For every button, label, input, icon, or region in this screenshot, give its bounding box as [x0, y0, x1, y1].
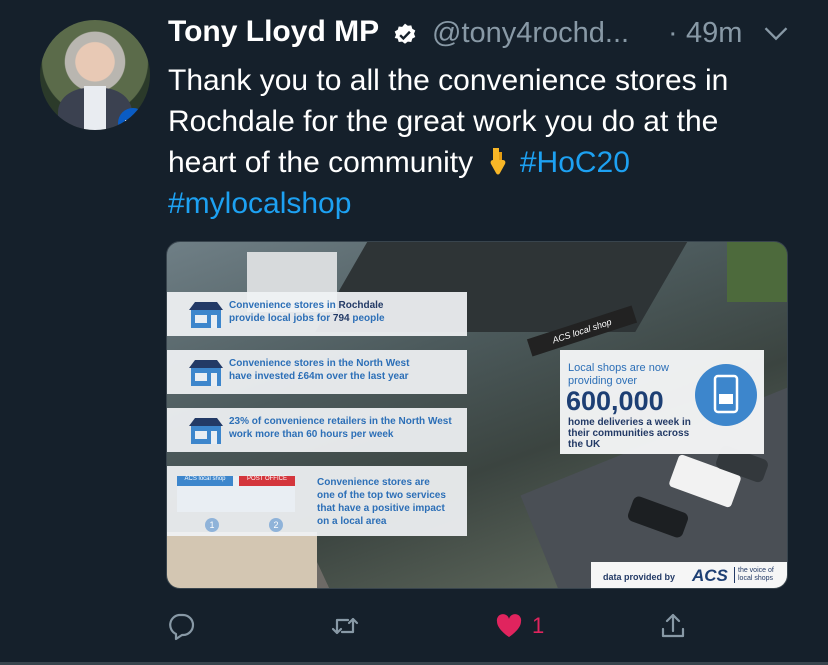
- hashtag-link[interactable]: #HoC20: [520, 146, 630, 179]
- share-icon: [661, 613, 685, 638]
- info-panel-jobs: Convenience stores in Rochdale provide l…: [167, 292, 467, 336]
- deliveries-callout: Local shops are now providing over 600,0…: [560, 350, 764, 454]
- chevron-down-icon[interactable]: [762, 22, 790, 46]
- door-icon: [713, 374, 739, 414]
- rank-number: 1: [205, 518, 219, 532]
- tweet-media-image[interactable]: ACS local shop Convenience stores in Roc…: [166, 241, 788, 589]
- info-text-fragment: Convenience stores in the North West: [229, 358, 410, 369]
- info-panel-investment: Convenience stores in the North West hav…: [167, 350, 467, 394]
- callout-number: 600,000: [566, 386, 664, 416]
- reply-icon: [169, 613, 195, 641]
- heart-icon: [496, 614, 522, 637]
- author-handle[interactable]: @tony4rochd...: [432, 17, 629, 50]
- tweet-text-line: Rochdale for the great work you do at th…: [168, 105, 719, 138]
- storefront-illustration: ACS local shop POST OFFICE: [177, 476, 295, 512]
- reply-button[interactable]: [166, 608, 196, 644]
- info-text: Convenience stores are one of the top tw…: [317, 476, 467, 528]
- info-text-fragment: 23% of convenience retailers in the Nort…: [229, 416, 452, 427]
- store-label: ACS local shop: [177, 476, 233, 486]
- retweet-button[interactable]: [330, 608, 360, 644]
- callout-text: home deliveries a week in their communit…: [568, 417, 691, 450]
- delivery-icon: [695, 364, 757, 426]
- callout-text: Local shops are now providing over: [568, 362, 669, 387]
- acs-logo: ACS: [692, 566, 728, 585]
- info-text: Convenience stores in the North West hav…: [229, 357, 469, 383]
- shop-icon: [189, 360, 223, 386]
- info-text-fragment: provide local jobs for: [229, 313, 333, 324]
- tweet-text-line: Thank you to all the convenience stores …: [168, 64, 729, 97]
- avatar[interactable]: NHS: [40, 20, 150, 130]
- info-panel-services: ACS local shop POST OFFICE 1 2 Convenien…: [167, 466, 467, 536]
- credit-tagline: the voice of local shops: [734, 567, 786, 583]
- like-button[interactable]: 1: [494, 608, 544, 644]
- info-text-fragment: on a local area: [317, 516, 387, 527]
- tweet-text: Thank you to all the convenience stores …: [168, 60, 808, 224]
- retweet-icon: [331, 617, 359, 635]
- pointing-down-emoji-icon: [490, 148, 505, 175]
- info-text-fragment: one of the top two services: [317, 490, 446, 501]
- share-button[interactable]: [658, 608, 688, 644]
- avatar-shirt: [84, 86, 106, 130]
- info-text-emph: 794: [332, 313, 350, 324]
- shop-icon: [189, 302, 223, 328]
- nhs-badge: NHS: [118, 108, 148, 130]
- info-text: Convenience stores in Rochdale provide l…: [229, 299, 469, 325]
- timestamp[interactable]: 49m: [686, 17, 742, 50]
- info-text-fragment: Convenience stores in: [229, 300, 339, 311]
- data-credit: data provided by ACS the voice of local …: [591, 562, 787, 588]
- scene-house: [167, 532, 317, 588]
- info-text-fragment: that have a positive impact: [317, 503, 445, 514]
- scene-grass: [727, 242, 787, 302]
- info-text-fragment: work more than 60 hours per week: [229, 429, 394, 440]
- info-text-fragment: Convenience stores are: [317, 477, 430, 488]
- verified-icon: [394, 23, 416, 44]
- rank-number: 2: [269, 518, 283, 532]
- hashtag-link[interactable]: #mylocalshop: [168, 187, 351, 220]
- tweet-text-fragment: heart of the community: [168, 146, 474, 179]
- shop-icon: [189, 418, 223, 444]
- info-panel-hours: 23% of convenience retailers in the Nort…: [167, 408, 467, 452]
- info-text-fragment: have invested £64m over the last year: [229, 371, 409, 382]
- store-label: POST OFFICE: [239, 476, 295, 486]
- info-text: 23% of convenience retailers in the Nort…: [229, 415, 469, 441]
- info-text-fragment: people: [349, 313, 385, 324]
- info-text-emph: Rochdale: [338, 300, 384, 311]
- separator-dot: ·: [668, 17, 678, 49]
- tweet-text-line: heart of the community #HoC20: [168, 142, 808, 183]
- credit-text: data provided by: [603, 572, 676, 582]
- author-name[interactable]: Tony Lloyd MP: [168, 15, 379, 49]
- like-count: 1: [532, 613, 545, 638]
- tweet-actions: 1: [0, 608, 828, 648]
- tweet-text-line: #mylocalshop: [168, 183, 808, 224]
